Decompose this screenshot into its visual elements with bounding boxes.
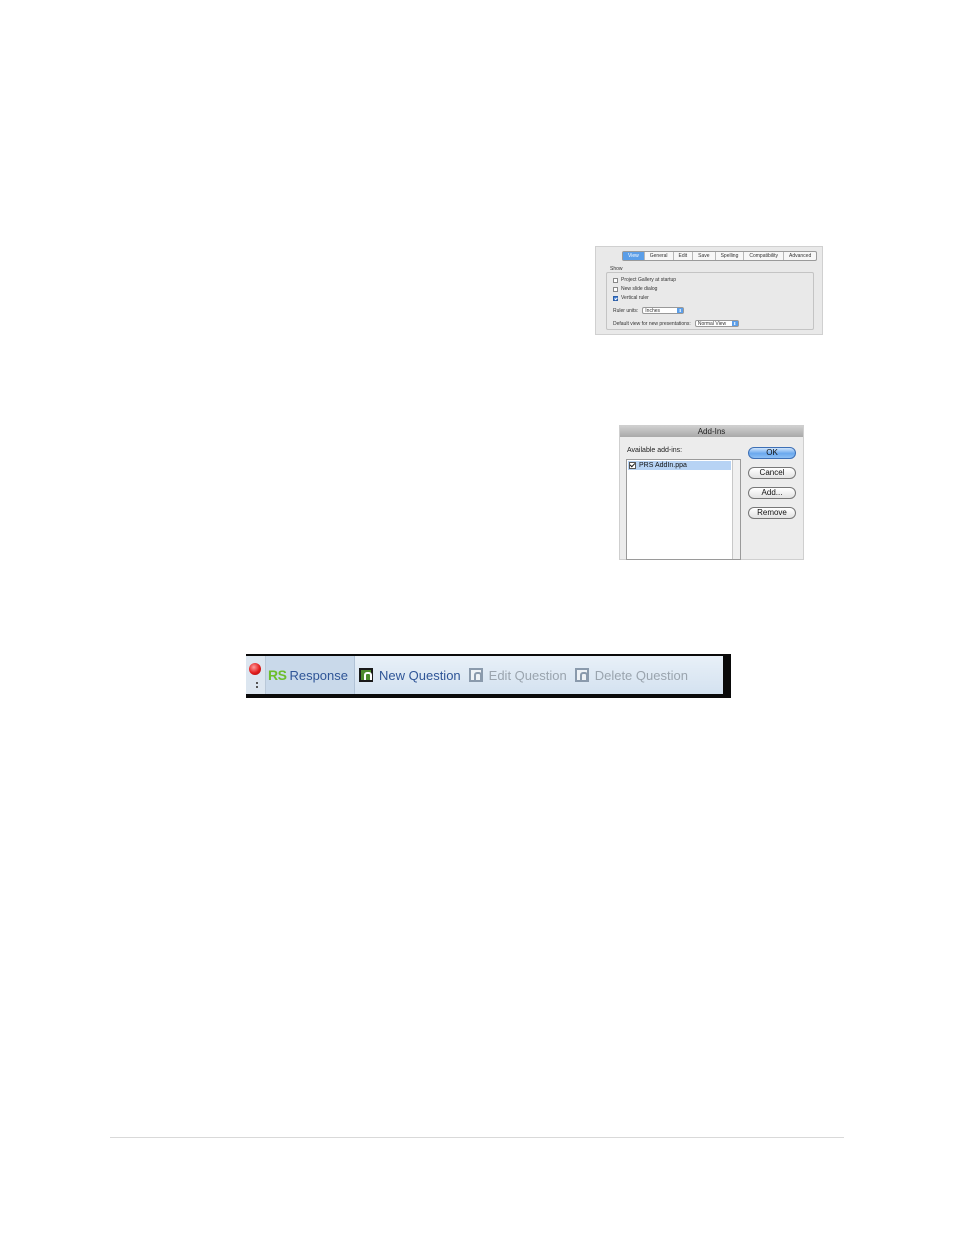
delete-question-button[interactable]: Delete Question xyxy=(571,656,692,694)
edit-question-button[interactable]: Edit Question xyxy=(465,656,571,694)
default-view-value: Normal View xyxy=(697,321,727,327)
new-slide-dialog-checkbox[interactable] xyxy=(613,286,618,292)
available-addins-label: Available add-ins: xyxy=(627,447,683,454)
response-label: Response xyxy=(289,667,348,683)
remove-button[interactable]: Remove xyxy=(748,507,796,519)
option-new-slide-dialog[interactable]: New slide dialog xyxy=(613,286,657,292)
list-item[interactable]: PRS AddIn.ppa xyxy=(628,461,731,470)
delete-question-icon xyxy=(574,668,589,682)
ok-button[interactable]: OK xyxy=(748,447,796,459)
option-label: Project Gallery at startup xyxy=(621,277,677,283)
preferences-tab-bar: View General Edit Save Spelling Compatib… xyxy=(622,251,818,261)
chevron-updown-icon: ⬍ xyxy=(731,321,738,326)
tab-compatibility[interactable]: Compatibility xyxy=(744,252,784,260)
addin-checkbox[interactable] xyxy=(629,462,636,469)
rs-logo-icon: RS xyxy=(268,667,287,683)
option-project-gallery[interactable]: Project Gallery at startup xyxy=(613,277,676,283)
footer-divider xyxy=(110,1137,844,1138)
ruler-units-row: Ruler units: Inches ⬍ xyxy=(613,307,685,314)
addins-dialog: Add-Ins Available add-ins: PRS AddIn.ppa… xyxy=(619,425,804,560)
tab-spelling[interactable]: Spelling xyxy=(716,252,745,260)
default-view-select[interactable]: Normal View ⬍ xyxy=(694,320,739,327)
tab-general[interactable]: General xyxy=(645,252,674,260)
new-question-button[interactable]: New Question xyxy=(355,656,465,694)
cancel-button[interactable]: Cancel xyxy=(748,467,796,479)
ruler-units-label: Ruler units: xyxy=(613,307,639,314)
edit-question-label: Edit Question xyxy=(488,667,567,683)
option-label: New slide dialog xyxy=(621,286,658,292)
tab-edit[interactable]: Edit xyxy=(674,252,694,260)
ruler-units-value: Inches xyxy=(645,308,661,314)
dialog-title: Add-Ins xyxy=(620,426,803,437)
vertical-ruler-checkbox[interactable] xyxy=(613,295,618,301)
tab-view[interactable]: View xyxy=(623,252,645,260)
addins-list[interactable]: PRS AddIn.ppa xyxy=(626,459,741,560)
response-toolbar: RS Response New Question Edit Question D… xyxy=(246,654,731,698)
chevron-updown-icon: ⬍ xyxy=(677,308,684,313)
tab-advanced[interactable]: Advanced xyxy=(784,252,816,260)
toolbar-grip[interactable] xyxy=(246,656,266,694)
add-button[interactable]: Add... xyxy=(748,487,796,499)
delete-question-label: Delete Question xyxy=(594,667,688,683)
option-label: Vertical ruler xyxy=(621,295,649,301)
new-question-icon xyxy=(359,668,373,682)
default-view-row: Default view for new presentations: Norm… xyxy=(613,320,739,327)
addin-name: PRS AddIn.ppa xyxy=(639,462,687,469)
close-toolbar-icon[interactable] xyxy=(249,663,261,675)
project-gallery-checkbox[interactable] xyxy=(613,277,618,283)
edit-question-icon xyxy=(468,668,483,682)
ruler-units-select[interactable]: Inches ⬍ xyxy=(642,307,685,314)
new-question-label: New Question xyxy=(379,667,461,683)
response-button[interactable]: RS Response xyxy=(266,656,355,694)
list-scrollbar[interactable] xyxy=(732,460,740,559)
drag-handle-icon xyxy=(256,682,258,689)
tab-save[interactable]: Save xyxy=(693,252,716,260)
preferences-view-panel: View General Edit Save Spelling Compatib… xyxy=(595,246,823,335)
default-view-label: Default view for new presentations: xyxy=(613,320,691,327)
toolbar-body: RS Response New Question Edit Question D… xyxy=(246,656,723,694)
option-vertical-ruler[interactable]: Vertical ruler xyxy=(613,295,649,301)
